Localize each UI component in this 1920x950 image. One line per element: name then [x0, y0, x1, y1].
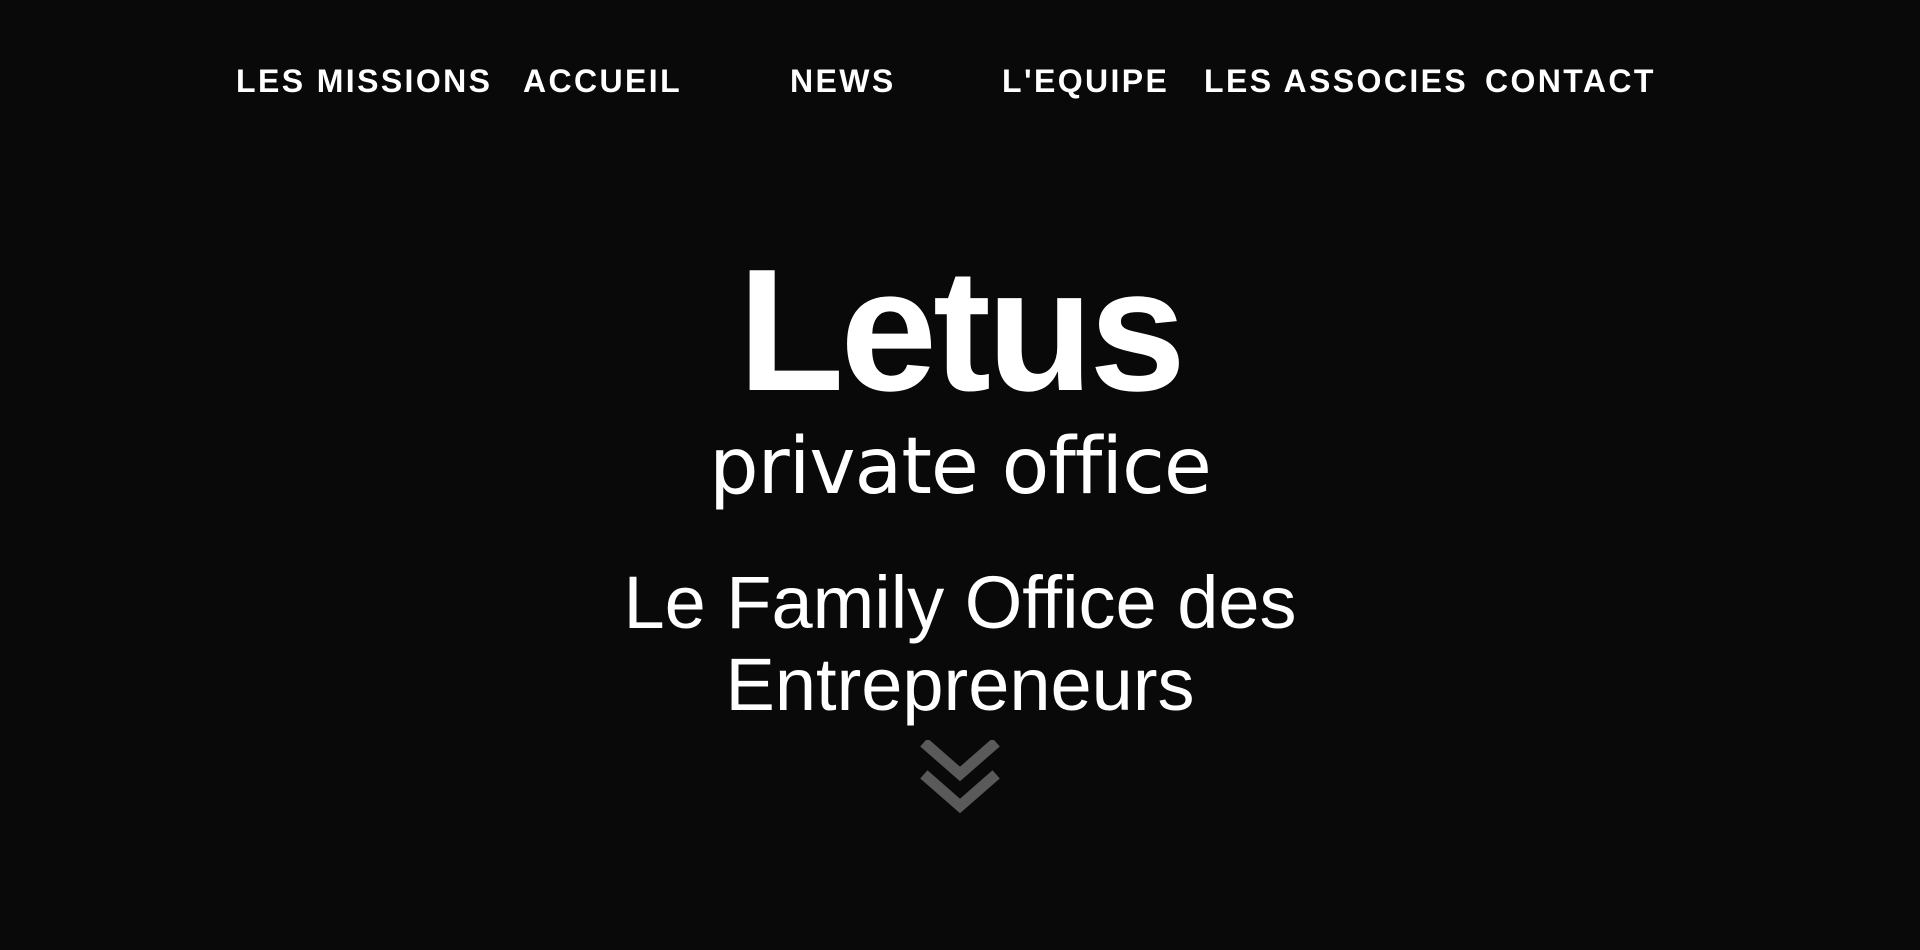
- nav-item-accueil[interactable]: ACCUEIL: [523, 56, 682, 106]
- nav-item-les-missions[interactable]: LES MISSIONS: [236, 56, 492, 106]
- nav-item-contact[interactable]: CONTACT: [1485, 56, 1656, 106]
- nav-item-les-associes[interactable]: LES ASSOCIES: [1204, 56, 1468, 106]
- nav-item-news[interactable]: NEWS: [790, 56, 896, 106]
- nav-item-equipe[interactable]: L'EQUIPE: [1002, 56, 1169, 106]
- logo-tagline: private office: [709, 422, 1212, 512]
- headline-line-1: Le Family Office des: [623, 561, 1297, 644]
- hero-headline: Le Family Office des Entrepreneurs: [0, 562, 1920, 726]
- main-nav: LES MISSIONS ACCUEIL NEWS L'EQUIPE LES A…: [0, 56, 1920, 106]
- logo-wordmark: Letus: [737, 232, 1186, 427]
- headline-line-2: Entrepreneurs: [725, 643, 1195, 726]
- double-chevron-down-icon[interactable]: [920, 740, 1000, 816]
